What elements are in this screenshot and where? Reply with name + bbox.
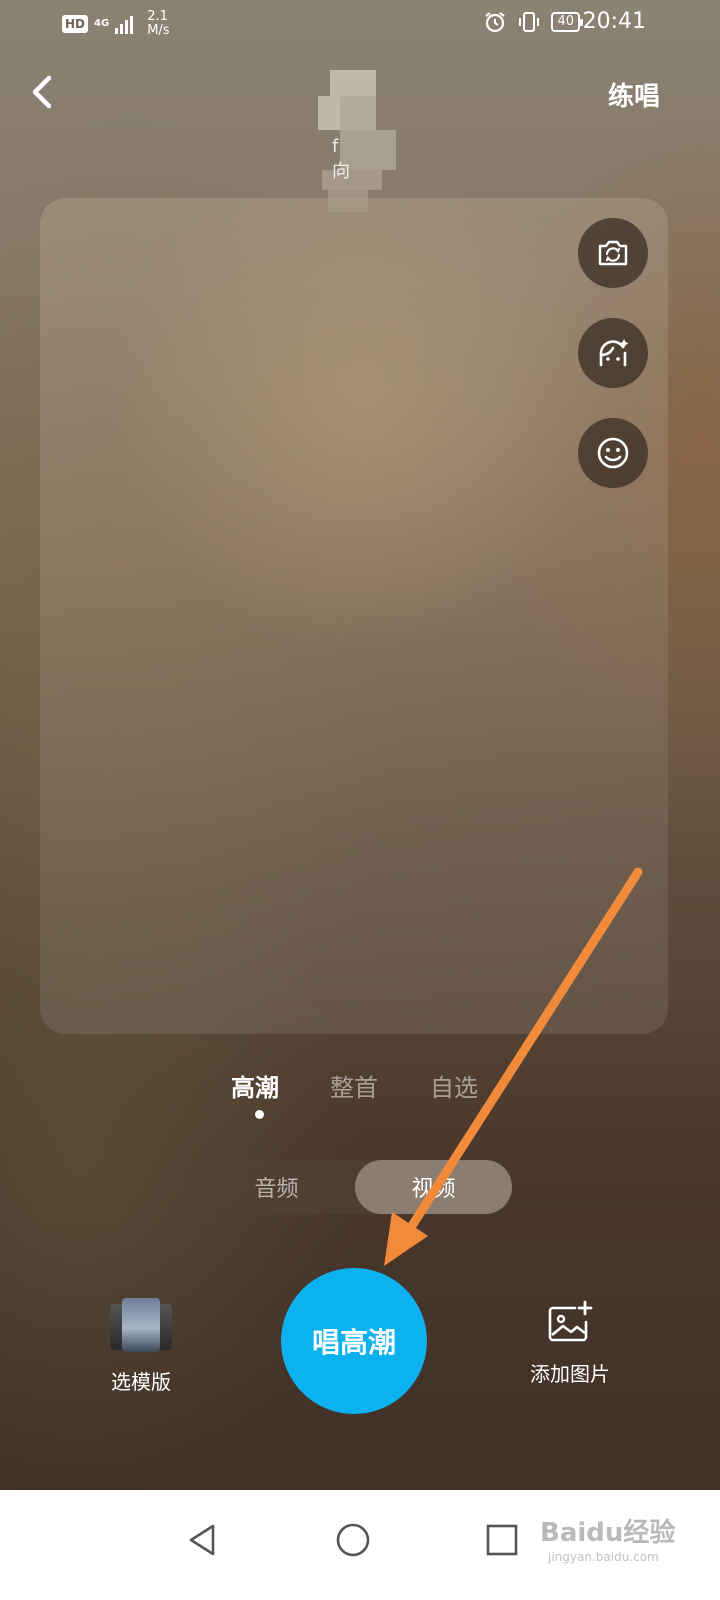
nav-home-button[interactable] <box>323 1510 383 1570</box>
status-left: HD 4G 2.1 M/s <box>62 10 170 38</box>
square-recents-icon <box>486 1524 518 1556</box>
active-tab-indicator <box>255 1110 264 1119</box>
clock: 20:41 <box>582 9 646 34</box>
mode-tabs: 高潮 整首 自选 <box>0 1068 720 1128</box>
speed-unit: M/s <box>147 23 170 38</box>
hd-badge: HD <box>62 15 89 33</box>
media-type-toggle: 音频 视频 <box>198 1160 512 1214</box>
triangle-back-icon <box>189 1524 215 1556</box>
tab-custom[interactable]: 自选 <box>430 1068 478 1103</box>
baidu-watermark-url: jingyan.baidu.com <box>548 1550 659 1564</box>
nav-back-button[interactable] <box>172 1510 232 1570</box>
add-image-label: 添加图片 <box>530 1362 610 1386</box>
system-nav-bar: Baidu经验 jingyan.baidu.com <box>0 1490 720 1600</box>
status-bar: HD 4G 2.1 M/s 40 20:41 <box>0 0 720 48</box>
vibrate-icon <box>519 12 540 32</box>
video-option[interactable]: 视频 <box>355 1160 512 1214</box>
flip-camera-icon <box>598 240 628 266</box>
nav-recents-button[interactable] <box>472 1510 532 1570</box>
camera-preview <box>40 198 668 1034</box>
network-type: 4G <box>94 18 110 29</box>
network-speed: 2.1 M/s <box>147 10 169 38</box>
circle-home-icon <box>336 1523 370 1557</box>
chevron-left-icon <box>32 75 52 109</box>
sticker-button[interactable] <box>578 418 648 488</box>
practice-button[interactable]: 练唱 <box>608 76 660 113</box>
signal-icon <box>115 14 134 34</box>
select-template-label: 选模版 <box>111 1370 171 1394</box>
battery-indicator: 40 <box>551 12 583 32</box>
template-thumbnails <box>106 1298 176 1354</box>
audio-option[interactable]: 音频 <box>198 1160 355 1214</box>
select-template-button[interactable]: 选模版 <box>100 1298 182 1395</box>
flip-camera-button[interactable] <box>578 218 648 288</box>
tab-climax[interactable]: 高潮 <box>231 1068 279 1103</box>
speed-value: 2.1 <box>147 9 168 24</box>
baidu-watermark: Baidu经验 <box>540 1518 676 1548</box>
beauty-face-icon <box>599 339 629 367</box>
back-button[interactable] <box>22 70 62 114</box>
status-right: 40 <box>483 10 583 34</box>
beauty-filter-button[interactable] <box>578 318 648 388</box>
add-image-icon <box>548 1300 593 1342</box>
sing-climax-button[interactable]: 唱高潮 <box>281 1268 427 1414</box>
alarm-icon <box>485 12 506 33</box>
add-image-button[interactable]: 添加图片 <box>520 1300 620 1387</box>
smiley-icon <box>597 437 629 469</box>
tab-full-song[interactable]: 整首 <box>330 1068 378 1103</box>
song-cover-text: f 向 <box>332 136 366 182</box>
